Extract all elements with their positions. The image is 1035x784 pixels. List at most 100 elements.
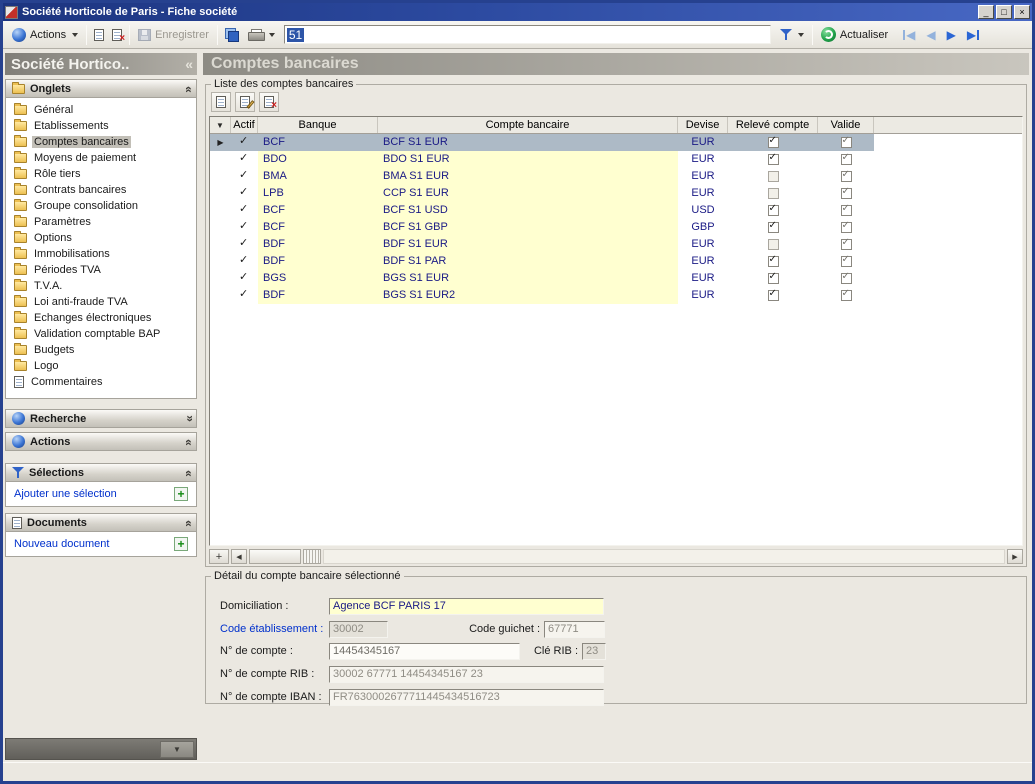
actions-menu-button[interactable]: Actions (7, 25, 83, 45)
actif-checkbox-cell[interactable] (231, 202, 258, 219)
checkbox[interactable] (841, 239, 852, 250)
delete-record-button[interactable] (108, 26, 126, 44)
actif-checkbox-cell[interactable] (231, 253, 258, 270)
column-header-valide[interactable]: Valide (818, 117, 874, 133)
sidebar-tree-item[interactable]: Echanges électroniques (6, 310, 196, 326)
table-row[interactable]: LPB CCP S1 EUR EUR (210, 185, 1022, 202)
print-button[interactable] (243, 26, 280, 44)
releve-compte-checkbox-cell[interactable] (728, 236, 818, 253)
column-chooser-header[interactable] (210, 117, 231, 133)
checkbox[interactable] (841, 137, 852, 148)
checkbox[interactable] (768, 137, 779, 148)
expand-panel-icon[interactable] (182, 416, 196, 422)
checkbox[interactable] (841, 273, 852, 284)
sidebar-tree-item[interactable]: Options (6, 230, 196, 246)
sidebar-tree-item[interactable]: Loi anti-fraude TVA (6, 294, 196, 310)
banque-cell[interactable]: BCF (258, 134, 378, 151)
checkbox[interactable] (841, 222, 852, 233)
sidebar-tree-item[interactable]: Validation comptable BAP (6, 326, 196, 342)
refresh-button[interactable]: Actualiser (816, 24, 893, 45)
maximize-button[interactable]: □ (996, 5, 1012, 19)
sidebar-tree-item[interactable]: Moyens de paiement (6, 150, 196, 166)
new-record-button[interactable] (90, 26, 108, 44)
releve-compte-checkbox-cell[interactable] (728, 287, 818, 304)
table-row[interactable]: BDF BDF S1 PAR EUR (210, 253, 1022, 270)
sidebar-tree-item[interactable]: Commentaires (6, 374, 196, 390)
grid-delete-button[interactable] (259, 92, 279, 112)
column-header-releve-compte[interactable]: Relevé compte (728, 117, 818, 133)
sidebar-tree-item[interactable]: Paramètres (6, 214, 196, 230)
code-etablissement-link[interactable]: Code établissement : (220, 621, 326, 638)
checkbox[interactable] (841, 154, 852, 165)
documents-panel-header[interactable]: Documents (5, 513, 197, 532)
sidebar-tree-item[interactable]: Groupe consolidation (6, 198, 196, 214)
compte-bancaire-cell[interactable]: BDF S1 PAR (378, 253, 678, 270)
new-document-link[interactable]: Nouveau document (14, 538, 170, 550)
valide-checkbox-cell[interactable] (818, 202, 874, 219)
sidebar-tree-item[interactable]: Logo (6, 358, 196, 374)
actif-checkbox-cell[interactable] (231, 168, 258, 185)
scrollbar-thumb[interactable] (249, 549, 301, 564)
compte-bancaire-cell[interactable]: BCF S1 GBP (378, 219, 678, 236)
checkbox[interactable] (768, 188, 779, 199)
table-row[interactable]: BMA BMA S1 EUR EUR (210, 168, 1022, 185)
collapse-sidebar-button[interactable]: « (185, 56, 193, 72)
checkbox[interactable] (841, 171, 852, 182)
minimize-button[interactable]: _ (978, 5, 994, 19)
column-header-actif[interactable]: Actif (231, 117, 258, 133)
title-bar[interactable]: Société Horticole de Paris - Fiche socié… (3, 3, 1032, 21)
scrollbar-track[interactable] (323, 549, 1005, 564)
append-row-button[interactable] (209, 549, 229, 564)
banque-cell[interactable]: BDF (258, 236, 378, 253)
column-splitter-grip[interactable] (303, 549, 321, 564)
valide-checkbox-cell[interactable] (818, 219, 874, 236)
compte-bancaire-cell[interactable]: BGS S1 EUR (378, 270, 678, 287)
banque-cell[interactable]: BMA (258, 168, 378, 185)
actif-checkbox-cell[interactable] (231, 287, 258, 304)
sidebar-tree-item[interactable]: Budgets (6, 342, 196, 358)
layers-button[interactable] (221, 25, 243, 45)
checkbox[interactable] (768, 239, 779, 250)
checkbox[interactable] (768, 256, 779, 267)
releve-compte-checkbox-cell[interactable] (728, 134, 818, 151)
sidebar-tree-item[interactable]: Général (6, 102, 196, 118)
sidebar-tree-item[interactable]: Etablissements (6, 118, 196, 134)
checkbox[interactable] (841, 256, 852, 267)
domiciliation-field[interactable]: Agence BCF PARIS 17 (329, 598, 604, 615)
sidebar-tree-item[interactable]: T.V.A. (6, 278, 196, 294)
releve-compte-checkbox-cell[interactable] (728, 270, 818, 287)
compte-bancaire-cell[interactable]: BDF S1 EUR (378, 236, 678, 253)
sidebar-tree-item[interactable]: Comptes bancaires (6, 134, 196, 150)
nav-first-button[interactable] (901, 26, 917, 44)
sidebar-tree-item[interactable]: Rôle tiers (6, 166, 196, 182)
expand-bottom-panel-button[interactable] (160, 741, 194, 758)
banque-cell[interactable]: BCF (258, 219, 378, 236)
releve-compte-checkbox-cell[interactable] (728, 202, 818, 219)
add-selection-link[interactable]: Ajouter une sélection (14, 488, 170, 500)
checkbox[interactable] (768, 290, 779, 301)
valide-checkbox-cell[interactable] (818, 253, 874, 270)
onglets-panel-header[interactable]: Onglets (5, 79, 197, 98)
table-row[interactable]: BDF BDF S1 EUR EUR (210, 236, 1022, 253)
column-header-banque[interactable]: Banque (258, 117, 378, 133)
valide-checkbox-cell[interactable] (818, 151, 874, 168)
banque-cell[interactable]: BCF (258, 202, 378, 219)
scroll-left-button[interactable] (231, 549, 247, 564)
banque-cell[interactable]: BDF (258, 287, 378, 304)
actif-checkbox-cell[interactable] (231, 236, 258, 253)
sidebar-header[interactable]: Société Hortico.. « (5, 53, 197, 75)
table-row[interactable]: BDO BDO S1 EUR EUR (210, 151, 1022, 168)
compte-bancaire-cell[interactable]: CCP S1 EUR (378, 185, 678, 202)
new-document-button[interactable] (174, 537, 188, 551)
checkbox[interactable] (841, 188, 852, 199)
collapse-panel-icon[interactable] (182, 86, 196, 92)
releve-compte-checkbox-cell[interactable] (728, 185, 818, 202)
table-row[interactable]: BDF BGS S1 EUR2 EUR (210, 287, 1022, 304)
banque-cell[interactable]: LPB (258, 185, 378, 202)
nav-previous-button[interactable] (924, 26, 937, 44)
actif-checkbox-cell[interactable] (231, 270, 258, 287)
sidebar-tree-item[interactable]: Immobilisations (6, 246, 196, 262)
compte-bancaire-cell[interactable]: BMA S1 EUR (378, 168, 678, 185)
actif-checkbox-cell[interactable] (231, 219, 258, 236)
add-selection-button[interactable] (174, 487, 188, 501)
